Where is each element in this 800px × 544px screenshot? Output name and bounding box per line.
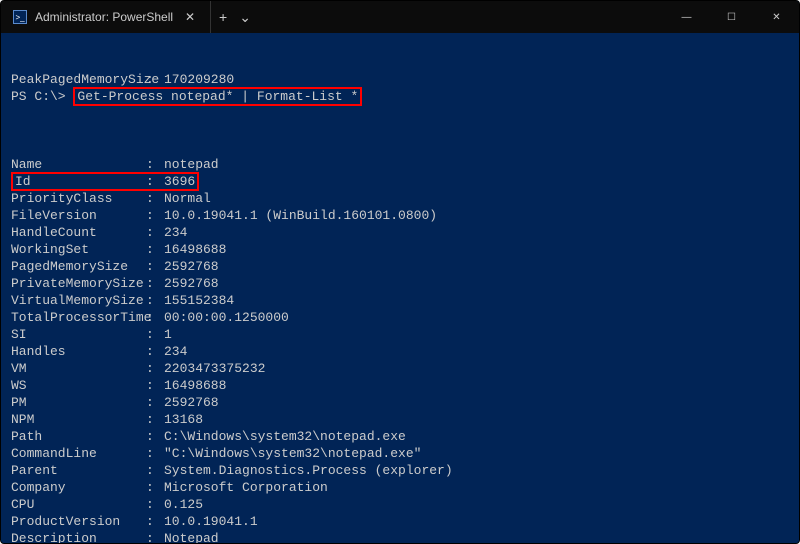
property-value: 234 (164, 344, 187, 359)
property-value: System.Diagnostics.Process (explorer) (164, 463, 453, 478)
property-value: 2592768 (164, 259, 219, 274)
prompt: PS C:\> (11, 89, 66, 104)
property-row: WS:16498688 (11, 377, 789, 394)
terminal-tab[interactable]: >_ Administrator: PowerShell ✕ (1, 1, 211, 33)
property-label: Id (15, 173, 146, 190)
property-row: VirtualMemorySize:155152384 (11, 292, 789, 309)
property-value: 16498688 (164, 242, 226, 257)
property-row: PagedMemorySize:2592768 (11, 258, 789, 275)
id-highlight: Id:3696 (11, 172, 199, 191)
property-value: 00:00:00.1250000 (164, 310, 289, 325)
property-label: Company (11, 479, 146, 496)
property-label: Description (11, 530, 146, 543)
property-row: CommandLine:"C:\Windows\system32\notepad… (11, 445, 789, 462)
property-row: WorkingSet:16498688 (11, 241, 789, 258)
property-value: 1 (164, 327, 172, 342)
property-row: PM:2592768 (11, 394, 789, 411)
property-label: PriorityClass (11, 190, 146, 207)
property-value: Notepad (164, 531, 219, 543)
property-row: Handles:234 (11, 343, 789, 360)
property-value: 10.0.19041.1 (WinBuild.160101.0800) (164, 208, 437, 223)
property-value: 10.0.19041.1 (164, 514, 258, 529)
property-label: Name (11, 156, 146, 173)
property-row: PriorityClass:Normal (11, 190, 789, 207)
property-label: Parent (11, 462, 146, 479)
window-controls: — ☐ ✕ (664, 1, 799, 33)
close-window-button[interactable]: ✕ (754, 1, 799, 33)
property-label: ProductVersion (11, 513, 146, 530)
tab-title: Administrator: PowerShell (35, 10, 174, 24)
property-label: HandleCount (11, 224, 146, 241)
output-row: PeakPagedMemorySize:170209280 (11, 71, 789, 88)
property-value: 2203473375232 (164, 361, 265, 376)
property-value: 2592768 (164, 276, 219, 291)
titlebar[interactable]: >_ Administrator: PowerShell ✕ + ⌄ — ☐ ✕ (1, 1, 799, 33)
app-window: >_ Administrator: PowerShell ✕ + ⌄ — ☐ ✕… (0, 0, 800, 544)
property-label: CommandLine (11, 445, 146, 462)
prompt-line: PS C:\> Get-Process notepad* | Format-Li… (11, 88, 789, 105)
property-label: NPM (11, 411, 146, 428)
property-label: VirtualMemorySize (11, 292, 146, 309)
property-label: WorkingSet (11, 241, 146, 258)
property-row: ProductVersion:10.0.19041.1 (11, 513, 789, 530)
minimize-button[interactable]: — (664, 1, 709, 33)
property-row: VM:2203473375232 (11, 360, 789, 377)
property-value: notepad (164, 157, 219, 172)
property-value: 0.125 (164, 497, 203, 512)
property-row: Id:3696 (11, 173, 789, 190)
property-row: HandleCount:234 (11, 224, 789, 241)
property-value: C:\Windows\system32\notepad.exe (164, 429, 406, 444)
property-value: "C:\Windows\system32\notepad.exe" (164, 446, 421, 461)
property-label: Handles (11, 343, 146, 360)
property-label: WS (11, 377, 146, 394)
property-label: TotalProcessorTime (11, 309, 146, 326)
property-value: 3696 (164, 174, 195, 189)
property-row: Name:notepad (11, 156, 789, 173)
new-tab-button[interactable]: + (219, 9, 227, 25)
property-label: PagedMemorySize (11, 258, 146, 275)
property-label: CPU (11, 496, 146, 513)
property-row: TotalProcessorTime:00:00:00.1250000 (11, 309, 789, 326)
property-label: FileVersion (11, 207, 146, 224)
property-row: NPM:13168 (11, 411, 789, 428)
terminal-output[interactable]: PeakPagedMemorySize:170209280PS C:\> Get… (1, 33, 799, 543)
maximize-button[interactable]: ☐ (709, 1, 754, 33)
property-row: Description:Notepad (11, 530, 789, 543)
command-highlight-1: Get-Process notepad* | Format-List * (73, 87, 362, 106)
close-tab-button[interactable]: ✕ (182, 9, 198, 25)
property-row: FileVersion:10.0.19041.1 (WinBuild.16010… (11, 207, 789, 224)
property-label: Path (11, 428, 146, 445)
tab-dropdown-button[interactable]: ⌄ (239, 9, 251, 26)
property-value: 13168 (164, 412, 203, 427)
property-label: VM (11, 360, 146, 377)
tab-actions: + ⌄ (211, 9, 259, 26)
property-label: SI (11, 326, 146, 343)
property-value: 234 (164, 225, 187, 240)
property-value: 155152384 (164, 293, 234, 308)
property-row: SI:1 (11, 326, 789, 343)
property-row: Parent:System.Diagnostics.Process (explo… (11, 462, 789, 479)
property-value: Normal (164, 191, 211, 206)
property-value: 16498688 (164, 378, 226, 393)
property-value: Microsoft Corporation (164, 480, 328, 495)
property-row: Path:C:\Windows\system32\notepad.exe (11, 428, 789, 445)
property-label: PrivateMemorySize (11, 275, 146, 292)
property-row: Company:Microsoft Corporation (11, 479, 789, 496)
property-row: PrivateMemorySize:2592768 (11, 275, 789, 292)
powershell-icon: >_ (13, 10, 27, 24)
property-value: 2592768 (164, 395, 219, 410)
property-row: CPU:0.125 (11, 496, 789, 513)
property-label: PM (11, 394, 146, 411)
